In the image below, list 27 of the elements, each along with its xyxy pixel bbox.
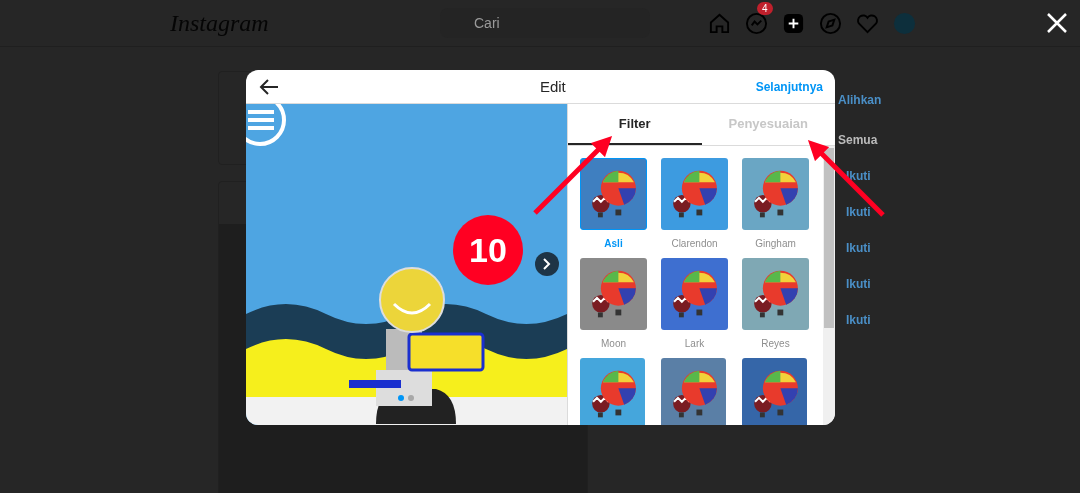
carousel-dot[interactable] [408, 395, 414, 401]
follow-link[interactable]: Ikuti [846, 205, 871, 219]
scrollbar[interactable] [823, 146, 835, 425]
filter-option[interactable]: Moon [580, 258, 647, 352]
filter-thumbnail[interactable] [661, 358, 726, 425]
see-all-link[interactable]: Semua [838, 133, 878, 147]
new-post-icon[interactable] [782, 11, 805, 35]
next-button[interactable]: Selanjutnya [755, 79, 823, 94]
carousel-dot[interactable] [398, 395, 404, 401]
dialog-title: Edit [538, 78, 567, 95]
follow-link[interactable]: Ikuti [846, 313, 871, 327]
close-icon[interactable] [1046, 12, 1068, 34]
filter-option[interactable]: Gingham [742, 158, 809, 252]
notification-badge: 4 [757, 1, 773, 15]
filter-option[interactable]: Reyes [742, 258, 809, 352]
filter-option[interactable]: Lark [661, 258, 728, 352]
chevron-right-icon [543, 258, 551, 270]
filter-thumbnail[interactable] [742, 358, 807, 425]
messenger-icon[interactable] [745, 11, 768, 35]
tab[interactable]: Filter [568, 104, 702, 145]
filter-option[interactable]: Asli [580, 158, 647, 252]
filter-option[interactable]: Clarendon [661, 158, 728, 252]
switch-link[interactable]: Alihkan [838, 93, 882, 107]
follow-link[interactable]: Ikuti [846, 277, 871, 291]
follow-link[interactable]: Ikuti [846, 241, 871, 255]
follow-link[interactable]: Ikuti [846, 169, 871, 183]
filter-thumbnail[interactable] [580, 358, 645, 425]
